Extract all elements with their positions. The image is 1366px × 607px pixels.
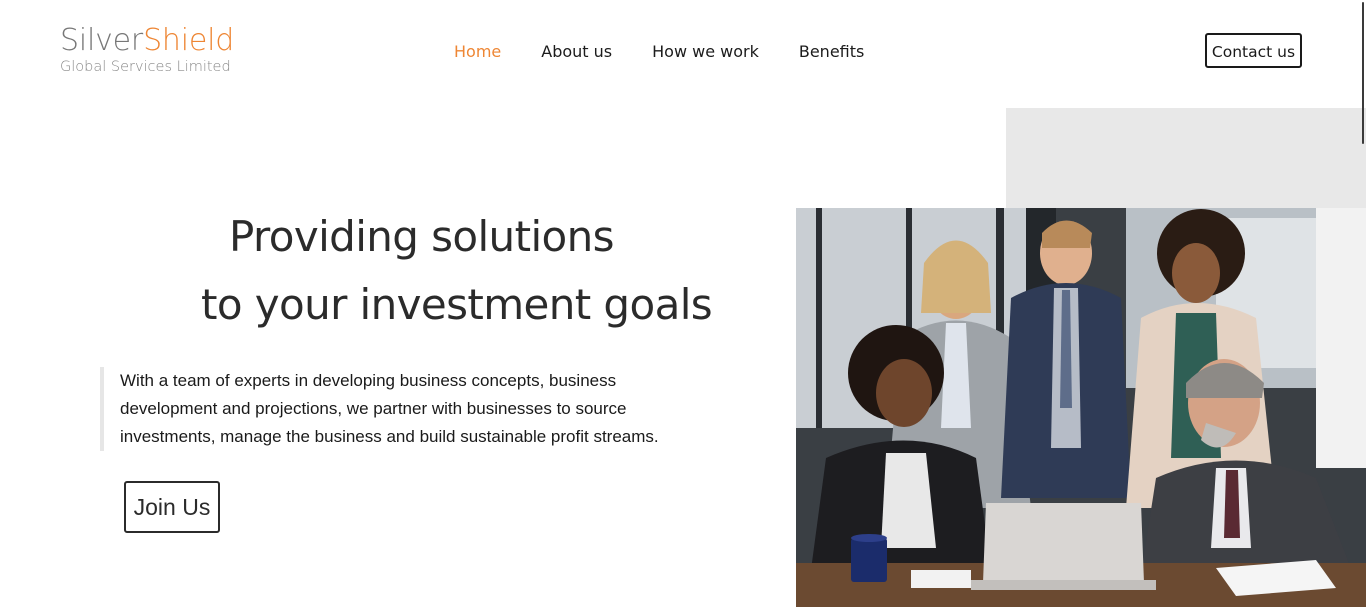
- nav-about-us[interactable]: About us: [541, 42, 612, 62]
- hero-headline-line-2: to your investment goals: [201, 280, 713, 329]
- contact-us-button[interactable]: Contact us: [1205, 33, 1302, 68]
- join-us-button[interactable]: Join Us: [124, 481, 220, 533]
- main-nav: Home About us How we work Benefits: [454, 42, 904, 62]
- page-scrollbar[interactable]: [1360, 0, 1366, 607]
- description-line: With a team of experts in developing bus…: [120, 371, 617, 390]
- nav-benefits[interactable]: Benefits: [799, 42, 865, 62]
- site-header: SilverShield Global Services Limited Hom…: [0, 0, 1366, 108]
- hero-description: With a team of experts in developing bus…: [100, 367, 700, 451]
- hero-headline-line-1: Providing solutions: [229, 212, 615, 261]
- scrollbar-thumb[interactable]: [1362, 2, 1364, 144]
- nav-home[interactable]: Home: [454, 42, 501, 62]
- decorative-gray-panel: [1006, 108, 1366, 208]
- description-line: investments, manage the business and bui…: [120, 427, 659, 446]
- logo-wordmark: SilverShield: [60, 26, 234, 56]
- nav-how-we-work[interactable]: How we work: [652, 42, 759, 62]
- logo-subtitle: Global Services Limited: [60, 59, 231, 75]
- site-logo[interactable]: SilverShield Global Services Limited: [60, 26, 234, 75]
- description-line: development and projections, we partner …: [120, 399, 627, 418]
- logo-shield-text: Shield: [143, 23, 235, 58]
- team-photo-illustration: [796, 208, 1366, 607]
- logo-silver-text: Silver: [60, 23, 144, 58]
- team-meeting-photo: [796, 208, 1366, 607]
